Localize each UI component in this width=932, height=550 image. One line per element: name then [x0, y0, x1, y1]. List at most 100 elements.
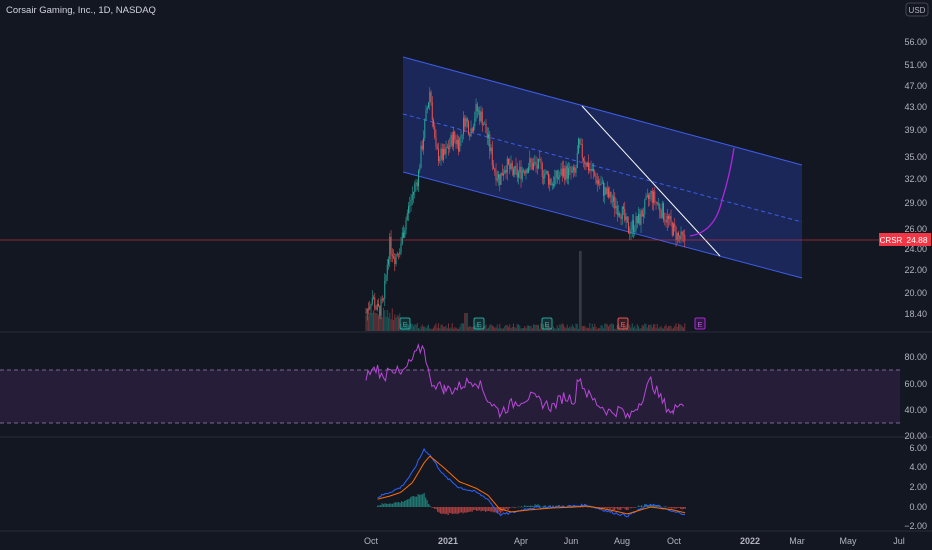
volume-bar: [428, 324, 430, 331]
candle-body: [668, 215, 670, 219]
volume-bar: [628, 328, 630, 331]
volume-bar: [653, 324, 655, 331]
macd-histogram-bar: [611, 507, 613, 508]
earnings-marker[interactable]: E: [399, 317, 411, 330]
earnings-marker[interactable]: E: [541, 317, 553, 330]
macd-histogram-bar: [377, 505, 379, 507]
candle-body: [578, 138, 580, 154]
macd-histogram-bar: [638, 505, 640, 507]
candle-body: [623, 206, 625, 209]
volume-bar: [500, 327, 502, 331]
volume-bar: [414, 324, 416, 331]
candle-body: [584, 160, 586, 164]
volume-bar: [513, 323, 515, 331]
volume-bar: [568, 328, 570, 331]
volume-bar: [671, 328, 673, 331]
candle-body: [490, 147, 492, 152]
rsi-tick-label: 60.00: [904, 379, 927, 389]
candle-body: [658, 204, 660, 205]
volume-bar: [551, 328, 553, 331]
candle-body: [411, 194, 413, 200]
candle-body: [405, 219, 407, 230]
price-tick-label: 35.00: [904, 152, 927, 162]
macd-histogram-bar: [527, 506, 529, 507]
earnings-marker[interactable]: E: [694, 317, 706, 330]
volume-bar: [571, 324, 573, 331]
volume-bar: [485, 324, 487, 331]
macd-histogram-bar: [449, 507, 451, 513]
volume-bar: [673, 327, 675, 331]
candle-body: [640, 210, 642, 225]
volume-bar: [556, 325, 558, 331]
candle-body: [466, 118, 468, 122]
candle-body: [425, 109, 427, 121]
candle-body: [570, 167, 572, 173]
earnings-marker-label: E: [544, 320, 549, 329]
volume-bar: [574, 327, 576, 331]
volume-bar: [423, 326, 425, 331]
candle-body: [618, 213, 620, 216]
macd-histogram-bar: [489, 507, 491, 512]
candle-body: [429, 91, 431, 103]
macd-histogram-bar: [528, 505, 530, 507]
volume-bar: [578, 328, 580, 331]
candle-body: [480, 111, 482, 122]
candle-body: [459, 137, 461, 152]
volume-bar: [684, 323, 686, 331]
candle-body: [626, 216, 628, 223]
volume-bar: [383, 307, 385, 331]
candle-body: [533, 163, 535, 170]
candle-body: [598, 180, 600, 185]
macd-histogram-bar: [446, 507, 448, 514]
chart-canvas[interactable]: Corsair Gaming, Inc., 1D, NASDAQ USD 56.…: [0, 0, 932, 550]
macd-histogram-bar: [665, 506, 667, 507]
macd-histogram-bar: [617, 507, 619, 510]
macd-histogram-bar: [402, 502, 404, 507]
macd-histogram-bar: [441, 507, 443, 514]
macd-histogram-bar: [542, 506, 544, 507]
price-tick-label: 51.00: [904, 60, 927, 70]
volume-bar: [664, 325, 666, 331]
candle-body: [439, 158, 441, 161]
volume-bar: [448, 323, 450, 331]
candle-body: [624, 208, 626, 221]
candle-body: [560, 168, 562, 175]
macd-histogram-bar: [482, 507, 484, 511]
candle-body: [673, 223, 675, 236]
volume-bar: [489, 324, 491, 331]
candle-body: [555, 170, 557, 178]
macd-histogram-bar: [381, 503, 383, 507]
volume-bar: [465, 313, 467, 331]
candle-body: [500, 172, 502, 185]
candle-body: [603, 182, 605, 196]
macd-histogram-bar: [486, 507, 488, 512]
time-tick-label: Jun: [564, 536, 579, 546]
candle-body: [568, 168, 570, 179]
volume-bar: [659, 327, 661, 331]
volume-bar: [644, 323, 646, 331]
volume-bar: [674, 325, 676, 331]
volume-bar: [570, 327, 572, 331]
candle-body: [401, 232, 403, 244]
macd-histogram-bar: [524, 505, 526, 507]
candle-body: [566, 165, 568, 179]
candle-body: [416, 182, 418, 187]
volume-bar: [381, 317, 383, 331]
volume-bar: [436, 327, 438, 331]
macd-histogram-bar: [476, 507, 478, 511]
time-tick-label: May: [839, 536, 857, 546]
macd-histogram-bar: [459, 507, 461, 513]
candle-body: [471, 128, 473, 132]
volume-bar: [524, 326, 526, 331]
candle-body: [659, 204, 661, 212]
candle-body: [450, 134, 452, 145]
earnings-marker[interactable]: E: [473, 317, 485, 330]
candle-body: [501, 172, 503, 176]
candle-body: [599, 184, 601, 185]
price-tick-label: 22.00: [904, 265, 927, 275]
volume-bar: [503, 328, 505, 331]
macd-histogram-bar: [663, 506, 665, 507]
earnings-marker[interactable]: E: [617, 317, 629, 330]
volume-bar: [389, 312, 391, 331]
candle-body: [594, 171, 596, 177]
